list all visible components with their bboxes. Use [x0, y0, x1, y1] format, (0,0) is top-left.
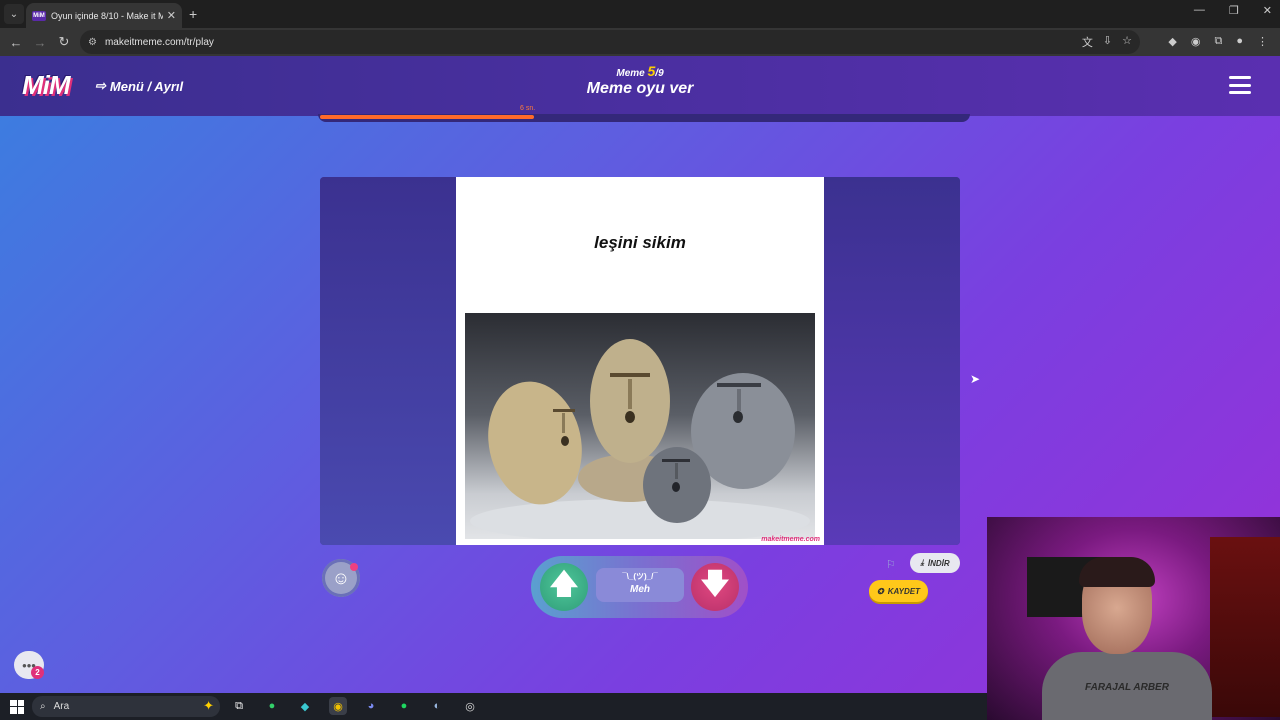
mouse-cursor-icon: ➤	[970, 372, 981, 386]
browser-toolbar: ← → ↻ ⚙ makeitmeme.com/tr/play 文 ⇩ ☆ ◆ ◉…	[0, 28, 1280, 56]
chrome-icon[interactable]: ◉	[329, 697, 347, 715]
downvote-button[interactable]: 🡇	[691, 563, 739, 611]
windows-start-icon[interactable]	[10, 699, 24, 714]
puzzle-icon[interactable]: ⧉	[1214, 35, 1222, 48]
upvote-button[interactable]: 🡅	[540, 563, 588, 611]
meme-stage: leşini sikim makeitmeme.com	[320, 177, 960, 545]
webcam-overlay: FARAJAL ARBER	[987, 517, 1280, 720]
extension-icon-2[interactable]: ◉	[1191, 35, 1201, 48]
star-icon: ✪	[877, 586, 884, 596]
address-bar[interactable]: ⚙ makeitmeme.com/tr/play 文 ⇩ ☆	[80, 30, 1140, 54]
window-controls: — ❐ ✕	[1194, 4, 1272, 17]
browser-tab-bar: ⌄ MiM Oyun içinde 8/10 - Make it Me ✕ + …	[0, 0, 1280, 28]
meh-vote-button[interactable]: ¯\_(ツ)_/¯ Meh	[596, 568, 684, 602]
arrow-down-icon: 🡇	[700, 568, 730, 599]
browser-tab[interactable]: MiM Oyun içinde 8/10 - Make it Me ✕	[26, 3, 182, 28]
timer-label: 6 sn.	[520, 105, 536, 112]
phase-title: Meme oyu ver	[586, 80, 694, 97]
player-avatar-button[interactable]: ☺	[322, 559, 360, 597]
meme-card: leşini sikim makeitmeme.com	[456, 177, 824, 545]
kebab-menu-icon[interactable]: ⋮	[1257, 35, 1268, 48]
extension-icons: ◆ ◉ ⧉ ● ⋮	[1168, 35, 1268, 48]
round-total: /9	[655, 68, 664, 79]
save-label: KAYDET	[887, 586, 920, 596]
copilot-sparkle-icon: ✦	[203, 698, 214, 713]
hamburger-menu-icon[interactable]	[1229, 76, 1251, 94]
omnibox-icons: 文 ⇩ ☆	[1082, 34, 1132, 50]
round-counter: Meme 5/9	[540, 63, 740, 79]
taskbar-apps: ⧉ ● ◆ ◉ ◕ ● ◐ ◎	[230, 697, 479, 715]
taskbar-search-placeholder: Ara	[53, 701, 70, 712]
search-icon: ⌕	[40, 701, 46, 712]
round-prefix: Meme	[616, 68, 645, 79]
avatar-notification-dot	[350, 563, 358, 571]
smiley-icon: ☺	[331, 567, 351, 588]
chat-unread-badge: 2	[31, 666, 44, 679]
game-header: MiM ⇨ Menü / Ayrıl Meme 5/9 Meme oyu ver	[0, 56, 1280, 116]
restore-icon[interactable]: ❐	[1229, 4, 1239, 17]
arrow-up-icon: 🡅	[549, 568, 579, 599]
task-view-icon[interactable]: ⧉	[230, 697, 248, 715]
tab-favicon: MiM	[32, 10, 46, 21]
report-flag-icon[interactable]: ⚐	[886, 558, 896, 571]
taskbar-search[interactable]: ⌕ Ara ✦	[32, 696, 220, 717]
meh-label: Meh	[630, 584, 650, 595]
webcam-shelf	[1210, 537, 1280, 717]
window-close-icon[interactable]: ✕	[1263, 4, 1272, 17]
windows-taskbar: ⌕ Ara ✦ ⧉ ● ◆ ◉ ◕ ● ◐ ◎	[0, 693, 987, 720]
meme-image-stone-faces	[465, 313, 815, 539]
new-tab-button[interactable]: +	[189, 6, 197, 22]
download-label: İNDİR	[927, 558, 950, 568]
timer-progress-bar	[320, 115, 534, 119]
reload-icon[interactable]: ↻	[52, 34, 76, 50]
extension-icon[interactable]: ◆	[1168, 35, 1176, 48]
meme-watermark: makeitmeme.com	[761, 536, 820, 543]
forward-icon[interactable]: →	[28, 35, 52, 50]
download-icon: ⤓	[920, 558, 924, 567]
discord-icon[interactable]: ◕	[362, 697, 380, 715]
download-button[interactable]: ⤓ İNDİR	[910, 553, 960, 573]
webcam-person-hair	[1079, 557, 1155, 587]
install-icon[interactable]: ⇩	[1103, 34, 1112, 50]
profile-avatar-icon[interactable]: ●	[1236, 35, 1243, 48]
menu-leave-link[interactable]: ⇨ Menü / Ayrıl	[95, 78, 183, 94]
obs-icon[interactable]: ◎	[461, 697, 479, 715]
app-teal-icon[interactable]: ◆	[296, 697, 314, 715]
minimize-icon[interactable]: —	[1194, 4, 1205, 17]
url-text: makeitmeme.com/tr/play	[104, 36, 214, 48]
mim-logo[interactable]: MiM	[22, 70, 71, 101]
translate-icon[interactable]: 文	[1082, 34, 1093, 50]
stage-background-right	[823, 177, 960, 545]
back-icon[interactable]: ←	[4, 35, 28, 50]
meme-caption: leşini sikim	[594, 233, 686, 252]
app-green-icon[interactable]: ●	[263, 697, 281, 715]
stage-background-left	[320, 177, 457, 545]
tab-search-button[interactable]: ⌄	[4, 4, 24, 24]
shrug-emoticon: ¯\_(ツ)_/¯	[622, 572, 658, 581]
shirt-print: FARAJAL ARBER	[1085, 682, 1169, 693]
bookmark-star-icon[interactable]: ☆	[1122, 34, 1132, 50]
site-info-icon[interactable]: ⚙	[88, 37, 97, 48]
steam-icon[interactable]: ◐	[428, 697, 446, 715]
exit-icon: ⇨	[95, 78, 106, 93]
stone-faces-illustration	[470, 339, 810, 539]
save-button[interactable]: ✪ KAYDET	[869, 580, 928, 602]
round-info: Meme 5/9 Meme oyu ver	[540, 63, 740, 98]
menu-leave-label: Menü / Ayrıl	[109, 78, 184, 94]
close-icon[interactable]: ✕	[167, 9, 176, 22]
tab-title: Oyun içinde 8/10 - Make it Me	[50, 10, 163, 21]
spotify-icon[interactable]: ●	[395, 697, 413, 715]
